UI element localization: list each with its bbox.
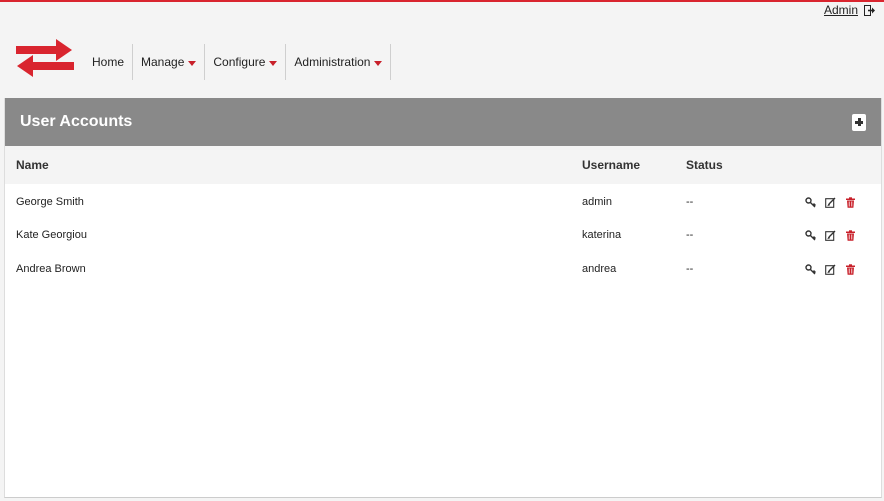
main-nav: Home Manage Configure Administration	[84, 44, 392, 80]
caret-down-icon	[269, 60, 278, 66]
delete-icon[interactable]	[845, 263, 856, 275]
table-row: Kate Georgiou katerina --	[5, 218, 881, 252]
nav-configure-label: Configure	[213, 55, 266, 69]
column-header-status[interactable]: Status	[675, 146, 785, 184]
logo[interactable]	[16, 38, 74, 82]
key-icon[interactable]	[805, 229, 816, 241]
delete-icon[interactable]	[845, 196, 856, 208]
column-header-actions	[785, 146, 881, 184]
edit-icon[interactable]	[825, 264, 836, 275]
cell-status: --	[686, 196, 694, 208]
delete-icon[interactable]	[845, 229, 856, 241]
key-icon[interactable]	[805, 196, 816, 208]
table-row: Andrea Brown andrea --	[5, 252, 881, 286]
cell-status: --	[686, 263, 694, 275]
nav-configure[interactable]: Configure	[205, 44, 287, 80]
cell-username: admin	[582, 196, 612, 208]
caret-down-icon	[188, 60, 197, 66]
user-accounts-table: Name Username Status George Smith admin …	[5, 146, 881, 286]
cell-username: katerina	[582, 229, 622, 241]
nav-home[interactable]: Home	[84, 44, 134, 80]
column-header-name[interactable]: Name	[5, 146, 571, 184]
cell-username: andrea	[582, 263, 617, 275]
cell-status: --	[686, 229, 694, 241]
row-actions	[796, 196, 870, 208]
edit-icon[interactable]	[825, 197, 836, 208]
admin-user-link[interactable]: Admin	[824, 3, 858, 17]
cell-name: Andrea Brown	[16, 263, 86, 275]
row-actions	[796, 229, 870, 241]
cell-name: Kate Georgiou	[16, 229, 87, 241]
nav-manage-label: Manage	[141, 55, 185, 69]
user-bar: Admin	[824, 3, 876, 17]
panel-title: User Accounts	[20, 113, 133, 130]
nav-manage[interactable]: Manage	[133, 44, 206, 80]
nav-home-label: Home	[92, 55, 125, 69]
top-accent-line	[0, 0, 884, 2]
logout-icon[interactable]	[864, 4, 876, 16]
cell-name: George Smith	[16, 196, 84, 208]
plus-icon[interactable]	[852, 113, 866, 131]
panel-header: User Accounts	[5, 98, 881, 146]
row-actions	[796, 263, 870, 275]
table-header-row: Name Username Status	[5, 146, 881, 184]
nav-administration-label: Administration	[294, 55, 371, 69]
key-icon[interactable]	[805, 263, 816, 275]
caret-down-icon	[374, 60, 383, 66]
table-row: George Smith admin --	[5, 184, 881, 218]
nav-administration[interactable]: Administration	[286, 44, 392, 80]
edit-icon[interactable]	[825, 230, 836, 241]
user-accounts-panel: User Accounts Name Username Status Georg…	[4, 98, 882, 498]
column-header-username[interactable]: Username	[571, 146, 675, 184]
